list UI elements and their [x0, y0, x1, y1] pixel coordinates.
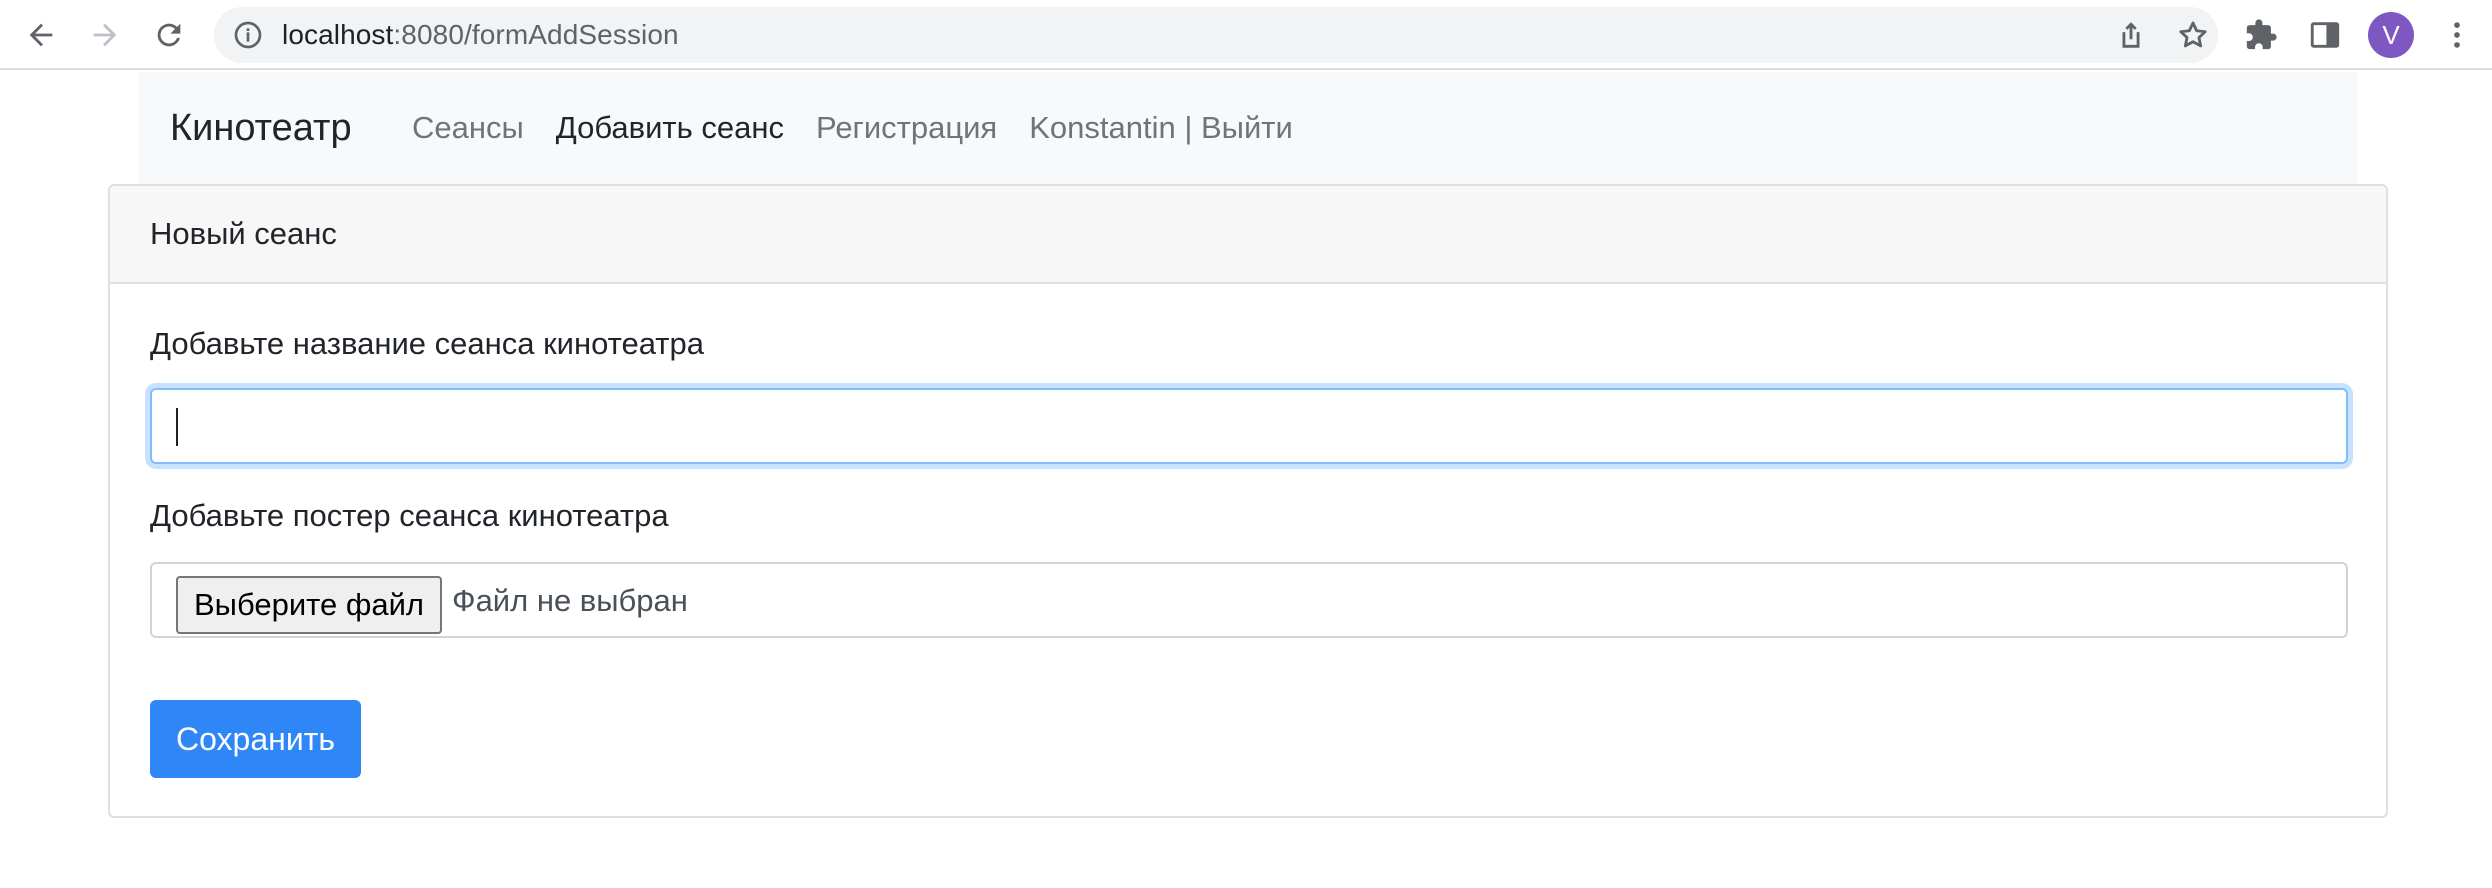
- forward-button[interactable]: [82, 12, 128, 58]
- side-panel-icon: [2310, 22, 2340, 48]
- side-panel-button[interactable]: [2304, 14, 2346, 56]
- text-caret: [176, 408, 178, 446]
- url-host: localhost: [282, 19, 394, 50]
- kebab-menu-icon: [2454, 22, 2460, 48]
- share-icon[interactable]: [2114, 18, 2148, 52]
- brand-link[interactable]: Кинотеатр: [170, 72, 352, 184]
- nav-link-registration[interactable]: Регистрация: [816, 110, 997, 146]
- url-path: :8080/formAddSession: [393, 19, 679, 50]
- save-button[interactable]: Сохранить: [150, 700, 362, 778]
- file-status-text: Файл не выбран: [452, 583, 688, 618]
- nav-link-add-session[interactable]: Добавить сеанс: [556, 110, 784, 146]
- nav-links: Сеансы Добавить сеанс Регистрация Konsta…: [412, 72, 1325, 184]
- choose-file-button[interactable]: Выберите файл: [176, 576, 443, 634]
- bookmark-star-icon[interactable]: [2176, 18, 2210, 52]
- browser-menu-button[interactable]: [2436, 14, 2478, 56]
- puzzle-icon: [2246, 19, 2277, 50]
- nav-link-sessions[interactable]: Сеансы: [412, 110, 524, 146]
- session-poster-label: Добавьте постер сеанса кинотеатра: [150, 498, 669, 533]
- session-name-label: Добавьте название сеанса кинотеатра: [150, 326, 704, 361]
- arrow-left-icon: [29, 23, 53, 47]
- card-header: Новый сеанс: [110, 186, 2386, 284]
- info-icon[interactable]: [232, 19, 264, 51]
- back-button[interactable]: [18, 12, 64, 58]
- session-name-input[interactable]: [150, 388, 2348, 464]
- reload-icon: [157, 23, 181, 47]
- poster-file-input[interactable]: Выберите файл Файл не выбран: [150, 562, 2348, 638]
- extensions-button[interactable]: [2240, 14, 2282, 56]
- reload-button[interactable]: [146, 12, 192, 58]
- site-navbar: Кинотеатр Сеансы Добавить сеанс Регистра…: [138, 72, 2358, 184]
- profile-avatar[interactable]: V: [2368, 12, 2414, 58]
- new-session-card: Новый сеанс Добавьте название сеанса кин…: [108, 184, 2388, 818]
- nav-link-user-logout[interactable]: Konstantin | Выйти: [1029, 110, 1293, 146]
- address-bar[interactable]: localhost:8080/formAddSession: [214, 7, 2218, 63]
- arrow-right-icon: [93, 23, 117, 47]
- url-text[interactable]: localhost:8080/formAddSession: [282, 7, 679, 63]
- browser-toolbar: localhost:8080/formAddSession V: [0, 0, 2492, 70]
